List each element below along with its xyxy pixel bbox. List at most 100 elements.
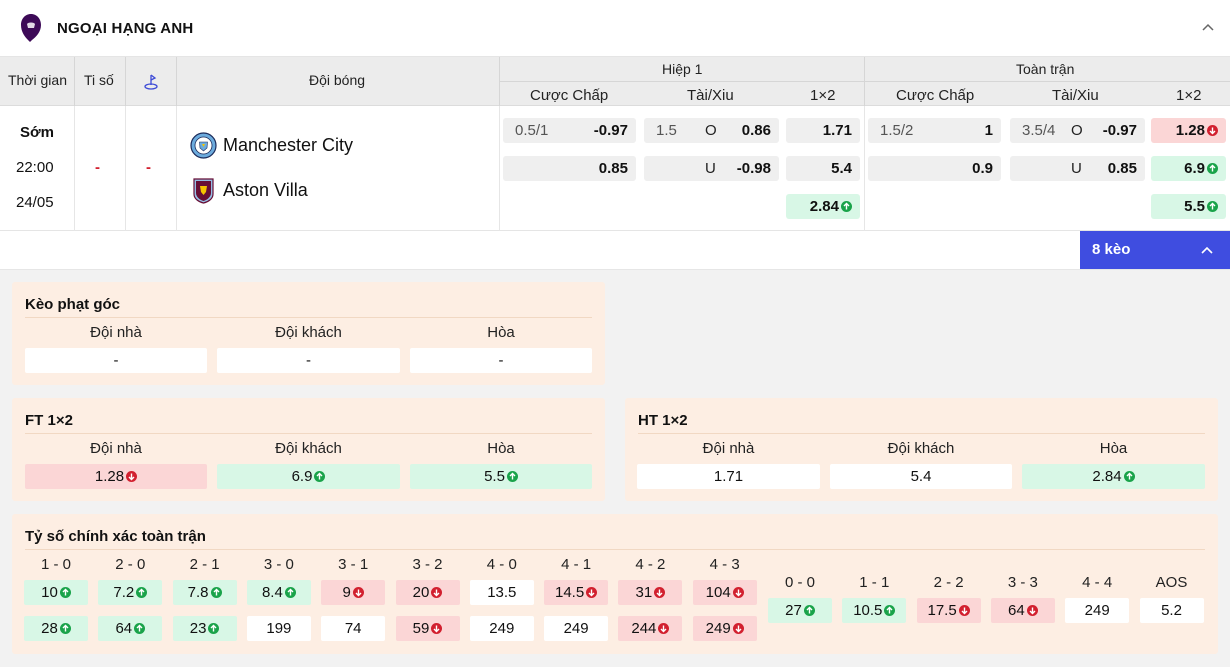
exact-away-win-odds-8[interactable]: 244 xyxy=(618,616,683,641)
ft-value-draw[interactable]: 5.5 xyxy=(410,464,592,489)
arrow-up-icon xyxy=(136,587,148,598)
corner-label-away: Đội khách xyxy=(275,324,342,341)
ht-label-home: Đội nhà xyxy=(702,440,755,457)
h1-handicap-away[interactable]: 0.85 xyxy=(503,156,636,181)
exact-away-win-odds-9[interactable]: 249 xyxy=(692,616,757,641)
ft-1x2-draw[interactable]: 5.5 xyxy=(1151,194,1226,219)
more-odds-strip: 8 kèo xyxy=(0,231,1230,270)
exact-draw-odds-3[interactable]: 64 xyxy=(990,598,1055,623)
ft-handicap-home[interactable]: 1.5/2 1 xyxy=(868,118,1001,143)
exact-home-win-odds-5[interactable]: 20 xyxy=(395,580,460,605)
exact-away-win-odds-7[interactable]: 249 xyxy=(544,616,609,641)
arrow-up-icon xyxy=(841,201,852,212)
manchester-city-crest-icon xyxy=(190,132,217,159)
away-team[interactable]: Aston Villa xyxy=(190,177,308,204)
exact-home-win-odds-7[interactable]: 14.5 xyxy=(544,580,609,605)
ht-title: HT 1×2 xyxy=(638,412,688,429)
exact-draw-odds-4[interactable]: 249 xyxy=(1065,598,1130,623)
ft-under[interactable]: U 0.85 xyxy=(1010,156,1145,181)
arrow-down-icon xyxy=(732,587,744,598)
h1-1x2-home[interactable]: 1.71 xyxy=(786,118,860,143)
arrow-down-icon xyxy=(431,587,443,598)
exact-score-label-left-0: 1 - 0 xyxy=(40,556,71,573)
arrow-down-icon xyxy=(431,623,443,634)
exact-away-win-odds-4[interactable]: 74 xyxy=(321,616,386,641)
corner-value-away[interactable]: - xyxy=(217,348,400,373)
h1-over[interactable]: 1.5 O 0.86 xyxy=(644,118,779,143)
exact-draw-odds-5[interactable]: 5.2 xyxy=(1139,598,1204,623)
exact-home-win-odds-2[interactable]: 7.8 xyxy=(172,580,237,605)
exact-score-label-right-2: 2 - 2 xyxy=(933,574,964,591)
exact-home-win-odds-4[interactable]: 9 xyxy=(321,580,386,605)
exact-score-label-left-2: 2 - 1 xyxy=(189,556,220,573)
exact-away-win-odds-5[interactable]: 59 xyxy=(395,616,460,641)
premier-league-lion-icon xyxy=(21,14,41,42)
exact-score-label-left-6: 4 - 0 xyxy=(486,556,517,573)
ft-label-home: Đội nhà xyxy=(90,440,142,457)
exact-draw-odds-0[interactable]: 27 xyxy=(768,598,832,623)
ht-value-draw[interactable]: 2.84 xyxy=(1022,464,1205,489)
odds-details: Kèo phạt góc Đội nhà Đội khách Hòa - - -… xyxy=(0,270,1230,667)
ht-value-home[interactable]: 1.71 xyxy=(637,464,820,489)
ht-value-away[interactable]: 5.4 xyxy=(830,464,1012,489)
stadium-icon xyxy=(144,74,158,90)
exact-away-win-odds-1[interactable]: 64 xyxy=(98,616,163,641)
arrow-up-icon xyxy=(1207,201,1218,212)
ft-1x2-panel: FT 1×2 Đội nhà Đội khách Hòa 1.28 6.9 5.… xyxy=(12,398,605,501)
col-half1: Hiệp 1 xyxy=(662,61,703,77)
corner-label-home: Đội nhà xyxy=(90,324,142,341)
ft-over[interactable]: 3.5/4 O -0.97 xyxy=(1010,118,1145,143)
score-home: - xyxy=(95,159,100,176)
exact-score-label-left-9: 4 - 3 xyxy=(709,556,740,573)
arrow-up-icon xyxy=(210,587,222,598)
arrow-down-icon xyxy=(658,623,670,634)
match-time: 22:00 xyxy=(16,159,54,176)
more-odds-button[interactable]: 8 kèo xyxy=(1080,231,1230,269)
h1-under[interactable]: U -0.98 xyxy=(644,156,779,181)
exact-draw-odds-2[interactable]: 17.5 xyxy=(916,598,981,623)
exact-score-label-left-7: 4 - 1 xyxy=(561,556,592,573)
h1-1x2-draw[interactable]: 2.84 xyxy=(786,194,860,219)
exact-away-win-odds-6[interactable]: 249 xyxy=(469,616,534,641)
arrow-down-icon xyxy=(1207,125,1218,136)
ft-handicap-away[interactable]: 0.9 xyxy=(868,156,1001,181)
exact-home-win-odds-1[interactable]: 7.2 xyxy=(98,580,163,605)
ft-value-away[interactable]: 6.9 xyxy=(217,464,400,489)
h1-1x2-away[interactable]: 5.4 xyxy=(786,156,860,181)
ft-label-away: Đội khách xyxy=(275,440,342,457)
exact-home-win-odds-8[interactable]: 31 xyxy=(618,580,683,605)
arrow-up-icon xyxy=(208,623,220,634)
exact-score-label-right-5: AOS xyxy=(1155,574,1188,591)
ft-1x2-home[interactable]: 1.28 xyxy=(1151,118,1226,143)
col-full: Toàn trận xyxy=(1016,61,1075,77)
ft-label-draw: Hòa xyxy=(487,440,515,457)
exact-away-win-odds-3[interactable]: 199 xyxy=(246,616,311,641)
arrow-up-icon xyxy=(314,471,326,482)
arrow-up-icon xyxy=(59,587,71,598)
league-header[interactable]: NGOẠI HẠNG ANH xyxy=(0,0,1230,57)
corner-panel: Kèo phạt góc Đội nhà Đội khách Hòa - - - xyxy=(12,282,605,385)
exact-home-win-odds-3[interactable]: 8.4 xyxy=(246,580,311,605)
corner-value-home[interactable]: - xyxy=(25,348,207,373)
ft-value-home[interactable]: 1.28 xyxy=(25,464,207,489)
col-time: Thời gian xyxy=(8,72,67,88)
exact-away-win-odds-0[interactable]: 28 xyxy=(24,616,88,641)
exact-home-win-odds-6[interactable]: 13.5 xyxy=(469,580,534,605)
ft-1x2-away[interactable]: 6.9 xyxy=(1151,156,1226,181)
ft-title: FT 1×2 xyxy=(25,412,73,429)
chevron-up-icon[interactable] xyxy=(1200,20,1216,36)
arrow-up-icon xyxy=(506,471,518,482)
arrow-down-icon xyxy=(1026,605,1038,616)
home-team-name: Manchester City xyxy=(223,135,354,155)
corner-value-draw[interactable]: - xyxy=(410,348,592,373)
exact-score-panel: Tỷ số chính xác toàn trận 1 - 0 10 28 2 - 0… xyxy=(12,514,1218,654)
away-team-name: Aston Villa xyxy=(223,180,308,200)
match-row[interactable]: Sớm 22:00 24/05 - - Manchester City Asto… xyxy=(0,106,1230,231)
exact-home-win-odds-0[interactable]: 10 xyxy=(24,580,88,605)
exact-home-win-odds-9[interactable]: 104 xyxy=(692,580,757,605)
exact-score-label-right-4: 4 - 4 xyxy=(1082,574,1113,591)
exact-draw-odds-1[interactable]: 10.5 xyxy=(842,598,907,623)
exact-away-win-odds-2[interactable]: 23 xyxy=(172,616,237,641)
home-team[interactable]: Manchester City xyxy=(190,132,353,159)
h1-handicap-home[interactable]: 0.5/1 -0.97 xyxy=(503,118,636,143)
